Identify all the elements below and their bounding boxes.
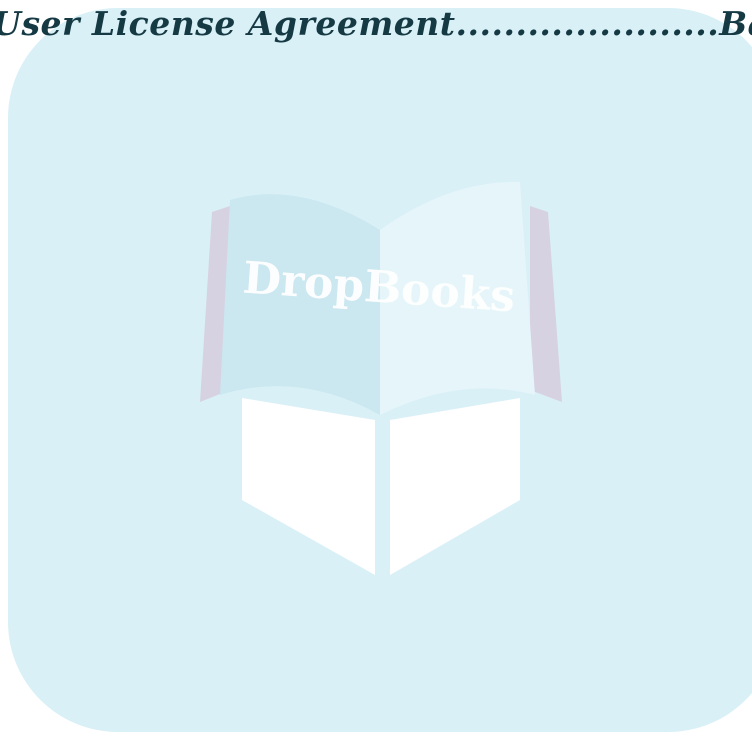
toc-leader-dots: ...................... bbox=[455, 4, 720, 43]
page: -User License Agreement.................… bbox=[0, 0, 752, 742]
open-book-icon: DropBooks bbox=[200, 181, 562, 575]
toc-page-ref: Back bbox=[719, 4, 752, 43]
toc-entry: -User License Agreement.................… bbox=[0, 4, 752, 44]
toc-entry-title: -User License Agreement bbox=[0, 4, 456, 43]
